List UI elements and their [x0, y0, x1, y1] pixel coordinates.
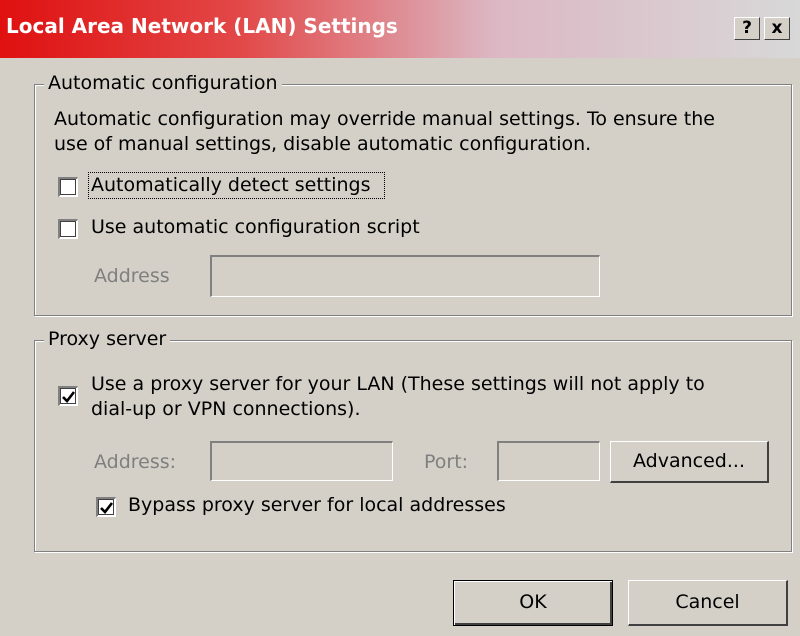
auto-config-address-label: Address — [94, 265, 170, 287]
checkmark-icon — [100, 502, 114, 514]
title-bar[interactable]: Local Area Network (LAN) Settings ? x — [0, 0, 800, 58]
proxy-port-label: Port: — [424, 451, 469, 473]
window-title: Local Area Network (LAN) Settings — [6, 14, 398, 38]
proxy-address-input[interactable] — [210, 441, 393, 481]
cancel-button[interactable]: Cancel — [628, 580, 788, 626]
bypass-local-addresses-label[interactable]: Bypass proxy server for local addresses — [128, 494, 506, 516]
checkmark-icon — [62, 391, 76, 403]
automatically-detect-settings-label[interactable]: Automatically detect settings — [91, 174, 371, 196]
automatic-configuration-legend: Automatic configuration — [44, 72, 282, 94]
bypass-local-addresses-checkbox[interactable] — [96, 497, 116, 517]
proxy-port-input[interactable] — [497, 441, 600, 481]
auto-config-description-line1: Automatic configuration may override man… — [54, 108, 715, 130]
use-automatic-configuration-script-checkbox[interactable] — [58, 219, 78, 239]
proxy-server-legend: Proxy server — [44, 328, 171, 350]
use-proxy-server-label-line2[interactable]: dial-up or VPN connections). — [91, 398, 360, 420]
use-automatic-configuration-script-label[interactable]: Use automatic configuration script — [91, 216, 420, 238]
use-proxy-server-label-line1[interactable]: Use a proxy server for your LAN (These s… — [91, 373, 705, 395]
help-button[interactable]: ? — [734, 17, 760, 40]
use-proxy-server-checkbox[interactable] — [58, 386, 78, 406]
advanced-button[interactable]: Advanced... — [610, 441, 769, 483]
auto-config-address-input[interactable] — [210, 255, 600, 297]
ok-button[interactable]: OK — [453, 580, 613, 626]
close-button[interactable]: x — [764, 17, 790, 40]
auto-config-description-line2: use of manual settings, disable automati… — [54, 133, 592, 155]
automatically-detect-settings-checkbox[interactable] — [58, 177, 78, 197]
proxy-address-label: Address: — [94, 451, 177, 473]
